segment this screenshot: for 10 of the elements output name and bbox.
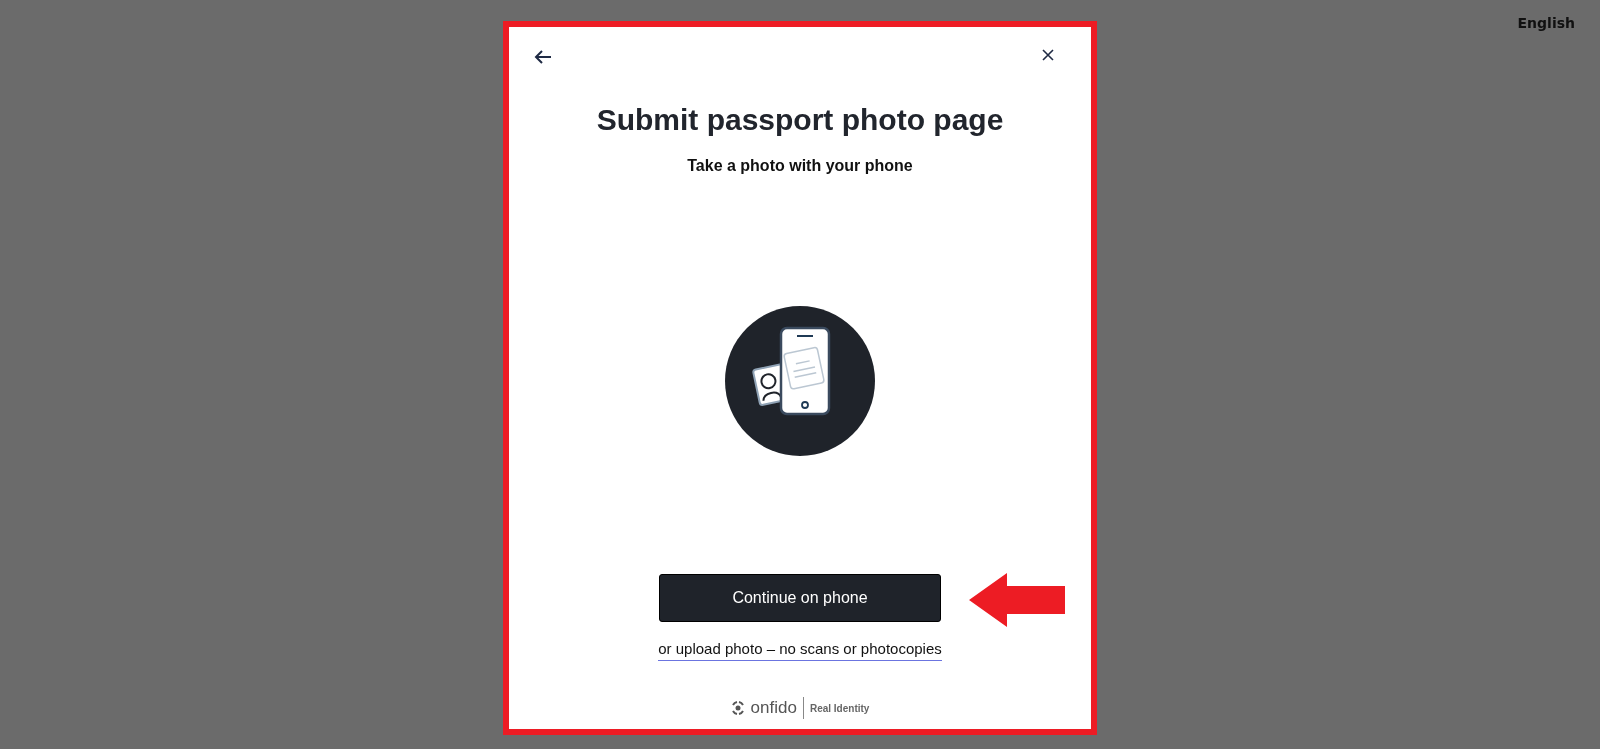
upload-photo-link[interactable]: or upload photo – no scans or photocopies	[658, 640, 942, 661]
close-icon[interactable]	[1042, 49, 1054, 61]
brand-name: onfido	[750, 698, 797, 718]
back-arrow-icon[interactable]	[533, 49, 553, 65]
subtitle: Take a photo with your phone	[687, 157, 913, 175]
brand-tagline: Real Identity	[809, 702, 870, 714]
language-selector[interactable]: English	[1517, 15, 1575, 31]
title: Submit passport photo page	[596, 103, 1004, 137]
continue-button[interactable]: Continue on phone	[659, 574, 941, 622]
onfido-logo-icon	[730, 701, 745, 715]
